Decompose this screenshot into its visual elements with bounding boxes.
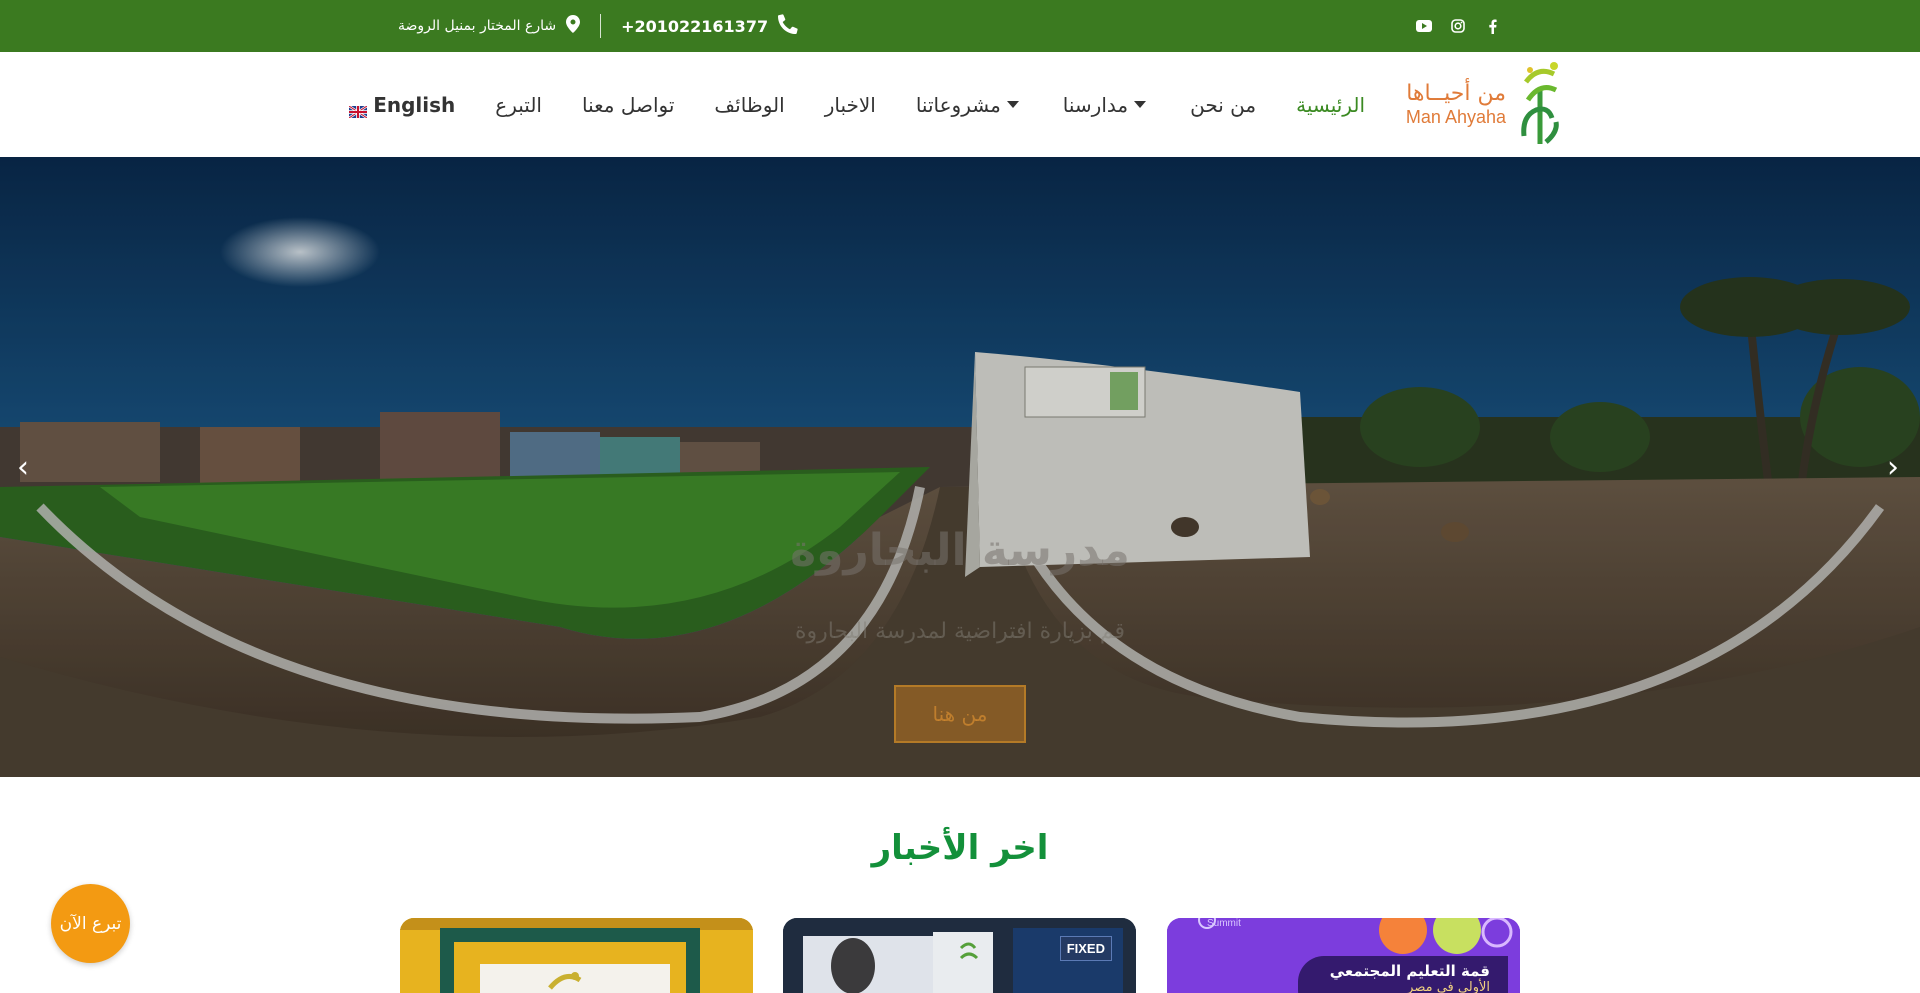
- nav-home[interactable]: الرئيسية: [1296, 93, 1365, 117]
- summit-label: Summit: [1207, 918, 1241, 929]
- nav-home-label: الرئيسية: [1296, 92, 1365, 117]
- address-text: شارع المختار بمنيل الروضة: [398, 18, 557, 34]
- address: شارع المختار بمنيل الروضة: [398, 15, 581, 37]
- logo-text: من أحيــاها Man Ahyaha: [1406, 81, 1506, 129]
- news-card-image: [400, 918, 753, 993]
- logo-mark-icon: [1518, 60, 1562, 150]
- phone-number[interactable]: +201022161377: [621, 17, 768, 36]
- uk-flag-icon: [348, 99, 368, 119]
- logo-name-en: Man Ahyaha: [1405, 107, 1506, 128]
- nav-donate-label: التبرع: [495, 92, 542, 117]
- site-header: من أحيــاها Man Ahyaha الرئيسية من نحن م…: [0, 52, 1920, 157]
- nav-jobs[interactable]: الوظائف: [714, 93, 784, 117]
- slider-next-arrow-icon[interactable]: ›: [1878, 450, 1908, 485]
- chevron-down-icon: [1134, 101, 1147, 108]
- nav-language-english[interactable]: English: [348, 92, 456, 119]
- news-card[interactable]: FIXED: [783, 918, 1136, 993]
- top-bar: شارع المختار بمنيل الروضة +201022161377: [0, 0, 1920, 52]
- location-pin-icon: [566, 15, 581, 37]
- phone-icon: [778, 14, 798, 38]
- slide-subtitle: قم بزيارة افتراضية لمدرسة البحاروة: [795, 619, 1125, 644]
- slide-cta-button[interactable]: من هنا: [894, 685, 1026, 743]
- news-section-title: اخر الأخبار: [871, 828, 1049, 868]
- nav-projects-label: مشروعاتنا: [915, 92, 1001, 117]
- logo[interactable]: من أحيــاها Man Ahyaha: [1406, 60, 1562, 150]
- poster-line1: قمة التعليم المجتمعي: [1329, 962, 1490, 980]
- nav-about-label: من نحن: [1190, 92, 1257, 117]
- chevron-down-icon: [1006, 101, 1019, 108]
- nav-donate[interactable]: التبرع: [495, 93, 542, 117]
- slider-prev-arrow-icon[interactable]: ‹: [8, 450, 38, 485]
- slide-title: مدرسة البحاروة: [790, 525, 1130, 576]
- hero-background-image: [0, 157, 1920, 777]
- nav-schools[interactable]: مدارسنا: [1063, 93, 1150, 117]
- nav-news-label: الاخبار: [824, 92, 876, 117]
- fixed-badge: FIXED: [1059, 936, 1112, 961]
- phone[interactable]: +201022161377: [621, 14, 798, 38]
- contact-info: شارع المختار بمنيل الروضة +201022161377: [398, 0, 798, 52]
- poster-line2: الأولى في مصر: [1407, 980, 1490, 993]
- social-links: [1416, 0, 1500, 52]
- nav-about[interactable]: من نحن: [1190, 93, 1256, 117]
- poster-caption: قمة التعليم المجتمعي الأولى في مصر: [1298, 956, 1508, 993]
- donate-now-button[interactable]: تبرع الآن: [51, 884, 130, 963]
- divider: [600, 14, 602, 38]
- main-nav: الرئيسية من نحن مدارسنا مشروعاتنا الاخبا…: [348, 52, 1365, 157]
- nav-contact-label: تواصل معنا: [581, 92, 675, 117]
- hero-slider: ‹ › مدرسة البحاروة قم بزيارة افتراضية لم…: [0, 157, 1920, 777]
- nav-news[interactable]: الاخبار: [825, 93, 876, 117]
- instagram-icon[interactable]: [1450, 18, 1466, 34]
- facebook-icon[interactable]: [1484, 18, 1500, 34]
- nav-schools-label: مدارسنا: [1062, 92, 1129, 117]
- news-card[interactable]: [400, 918, 753, 993]
- nav-contact[interactable]: تواصل معنا: [582, 93, 674, 117]
- nav-projects[interactable]: مشروعاتنا: [916, 93, 1023, 117]
- youtube-icon[interactable]: [1416, 18, 1432, 34]
- news-cards: FIXED Summit قمة التعليم المجتمعي الأولى…: [400, 918, 1520, 993]
- nav-english-label: English: [373, 92, 456, 117]
- nav-jobs-label: الوظائف: [714, 92, 785, 117]
- news-card[interactable]: Summit قمة التعليم المجتمعي الأولى في مص…: [1167, 918, 1520, 993]
- logo-name-ar: من أحيــاها: [1406, 81, 1506, 106]
